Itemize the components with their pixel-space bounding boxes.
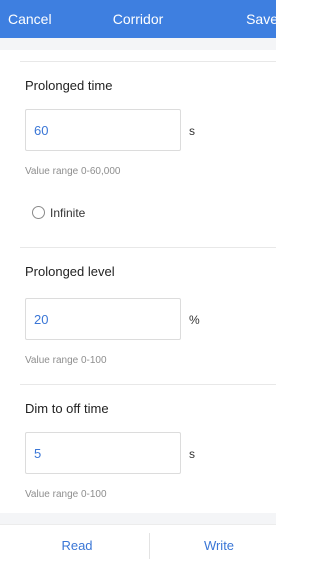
- save-button[interactable]: Save: [246, 11, 278, 28]
- nav-header: Cancel Corridor Save: [0, 0, 278, 38]
- prolonged-level-value: 20: [34, 312, 49, 327]
- prolonged-time-value: 60: [34, 123, 49, 138]
- prolonged-time-unit: s: [189, 124, 195, 138]
- infinite-label[interactable]: Infinite: [50, 206, 85, 221]
- prolonged-level-input[interactable]: 20: [25, 298, 181, 340]
- cancel-button[interactable]: Cancel: [8, 11, 52, 28]
- divider: [20, 384, 276, 385]
- dim-to-off-label: Dim to off time: [25, 401, 109, 416]
- read-button[interactable]: Read: [8, 538, 146, 554]
- prolonged-time-label: Prolonged time: [25, 78, 113, 93]
- bottom-spacer: [0, 513, 276, 524]
- divider: [20, 247, 276, 248]
- dim-to-off-value: 5: [34, 446, 42, 461]
- infinite-radio[interactable]: [32, 206, 45, 219]
- prolonged-time-hint: Value range 0-60,000: [25, 166, 121, 177]
- footer-bar: Read Write: [0, 524, 276, 566]
- prolonged-level-unit: %: [189, 313, 200, 327]
- prolonged-time-input[interactable]: 60: [25, 109, 181, 151]
- dim-to-off-unit: s: [189, 447, 195, 461]
- dim-to-off-hint: Value range 0-100: [25, 489, 107, 500]
- dim-to-off-input[interactable]: 5: [25, 432, 181, 474]
- prolonged-level-label: Prolonged level: [25, 264, 115, 279]
- prolonged-level-hint: Value range 0-100: [25, 355, 107, 366]
- write-button[interactable]: Write: [150, 538, 288, 554]
- top-spacer: [0, 38, 276, 50]
- divider: [20, 61, 276, 62]
